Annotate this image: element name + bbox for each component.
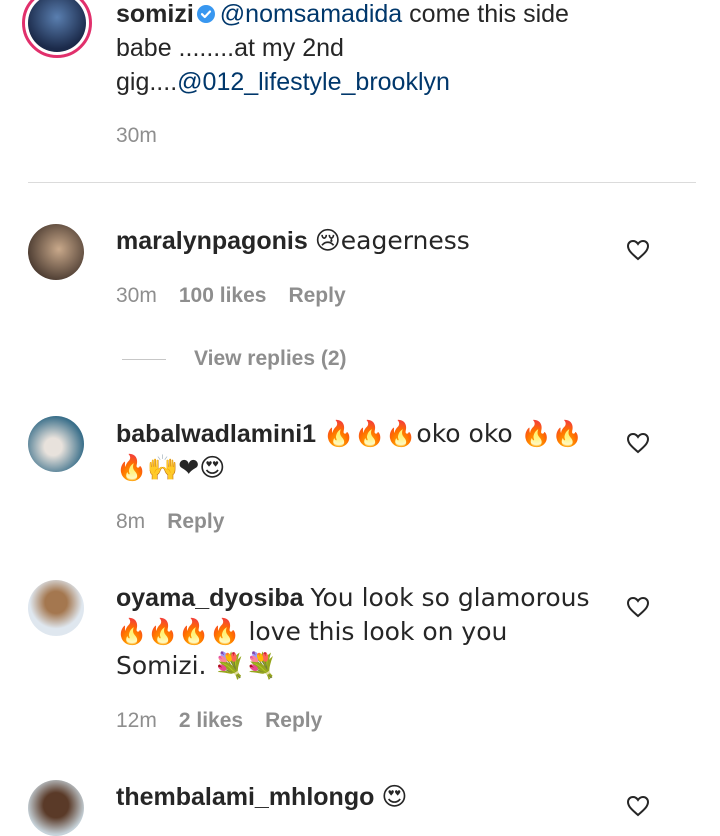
comment-time: 8m <box>116 510 146 533</box>
view-replies-button[interactable]: View replies (2) <box>122 347 347 371</box>
reply-button[interactable]: Reply <box>265 709 322 733</box>
heart-outline-icon[interactable] <box>626 596 650 618</box>
comment-avatar[interactable] <box>28 580 84 636</box>
heart-outline-icon[interactable] <box>626 239 650 261</box>
caption-divider <box>28 182 696 183</box>
reply-button[interactable]: Reply <box>167 510 224 534</box>
comment-username[interactable]: babalwadlamini1 <box>116 420 316 448</box>
comment-username[interactable]: oyama_dyosiba <box>116 584 304 612</box>
view-replies-line <box>122 358 166 360</box>
comment-meta: 8m Reply <box>116 510 224 534</box>
likes-count[interactable]: 100 likes <box>179 284 267 308</box>
comment-username[interactable]: maralynpagonis <box>116 227 308 255</box>
comment-meta: 12m 2 likes Reply <box>116 709 322 733</box>
comment-avatar[interactable] <box>28 416 84 472</box>
likes-count[interactable]: 2 likes <box>179 709 243 733</box>
comment-username[interactable]: thembalami_mhlongo <box>116 783 374 811</box>
comment-text: babalwadlamini1 🔥🔥🔥oko oko 🔥🔥 🔥🙌❤😍 <box>116 417 600 485</box>
comment-text: maralynpagonis 😢eagerness <box>116 224 620 258</box>
verified-badge-icon <box>196 5 215 23</box>
caption-meta: 30m <box>116 124 157 148</box>
caption-username[interactable]: somizi <box>116 0 194 28</box>
caption-avatar[interactable] <box>22 0 92 58</box>
comment-avatar[interactable] <box>28 224 84 280</box>
comment-time: 12m <box>116 709 157 732</box>
heart-outline-icon[interactable] <box>626 432 650 454</box>
comment-body: 😍 <box>381 782 408 811</box>
comment-time: 30m <box>116 284 157 307</box>
caption-time: 30m <box>116 124 157 147</box>
comment-avatar[interactable] <box>28 780 84 836</box>
caption-mention-nomsamadida[interactable]: @nomsamadida <box>220 0 402 28</box>
comment-text: thembalami_mhlongo 😍 <box>116 780 620 814</box>
view-replies-label[interactable]: View replies (2) <box>194 347 347 371</box>
heart-outline-icon[interactable] <box>626 795 650 817</box>
comment-text: oyama_dyosiba You look so glamorous 🔥🔥🔥🔥… <box>116 581 600 683</box>
comment-body: 😢eagerness <box>314 226 470 255</box>
reply-button[interactable]: Reply <box>288 284 345 308</box>
caption-mention-lifestyle[interactable]: @012_lifestyle_brooklyn <box>177 68 450 96</box>
caption-text: somizi @nomsamadida come this side babe .… <box>116 0 630 99</box>
comment-meta: 30m 100 likes Reply <box>116 284 346 308</box>
